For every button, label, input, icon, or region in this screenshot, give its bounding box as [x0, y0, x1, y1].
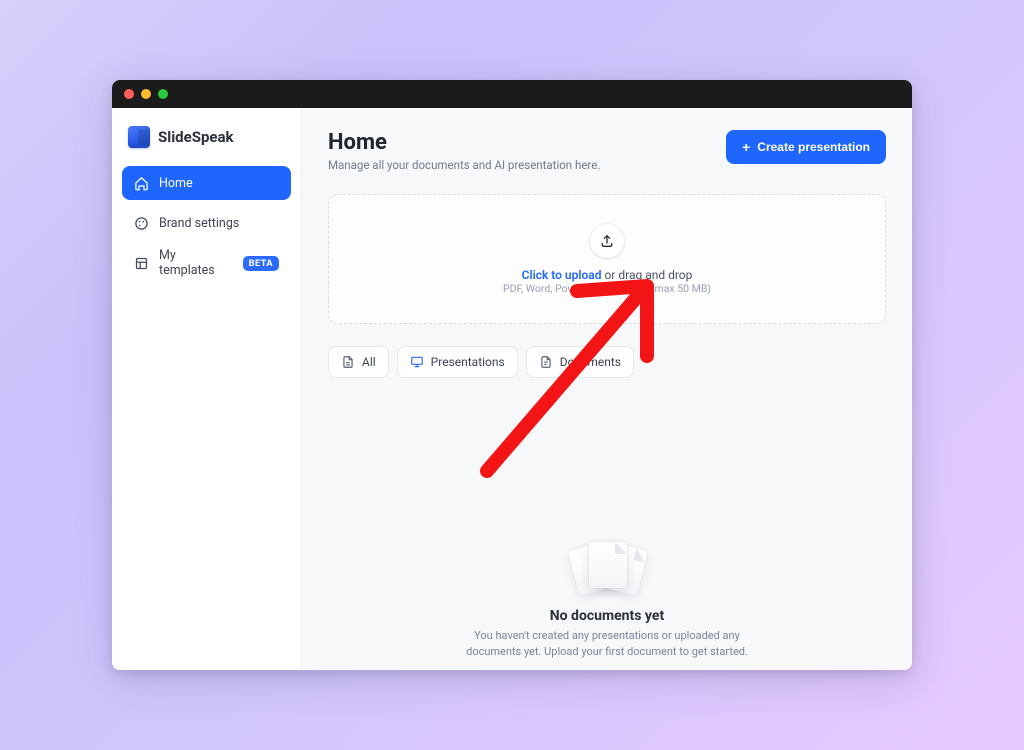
presentation-icon	[410, 355, 424, 369]
sidebar-item-my-templates[interactable]: My templates BETA	[122, 246, 291, 280]
window-close-icon[interactable]	[124, 89, 134, 99]
sidebar-item-brand-settings[interactable]: Brand settings	[122, 206, 291, 240]
sidebar-item-label: My templates	[159, 248, 233, 278]
empty-title: No documents yet	[550, 608, 664, 624]
sidebar-nav: Home Brand settings My templates BETA	[122, 166, 291, 280]
dropzone-rest: or drag and drop	[601, 268, 692, 282]
tab-label: Presentations	[431, 355, 505, 369]
brand-logo-icon	[128, 126, 150, 148]
click-to-upload-link[interactable]: Click to upload	[522, 268, 602, 282]
plus-icon: +	[742, 140, 750, 154]
main-content: Home Manage all your documents and AI pr…	[302, 108, 912, 670]
document-icon	[341, 355, 355, 369]
page-title: Home	[328, 130, 600, 155]
brand-name: SlideSpeak	[158, 128, 234, 146]
beta-badge: BETA	[243, 256, 279, 271]
tab-documents[interactable]: Documents	[526, 346, 634, 378]
sidebar-item-home[interactable]: Home	[122, 166, 291, 200]
dropzone-hint: PDF, Word, PowerPoint or Excel (max 50 M…	[503, 282, 711, 295]
home-icon	[134, 176, 149, 191]
upload-icon	[590, 224, 624, 258]
upload-dropzone[interactable]: Click to upload or drag and drop PDF, Wo…	[328, 194, 886, 324]
empty-description: You haven't created any presentations or…	[457, 628, 757, 660]
tab-label: Documents	[560, 355, 621, 369]
tab-label: All	[362, 355, 376, 369]
tab-all[interactable]: All	[328, 346, 389, 378]
filter-tabs: All Presentations Documents	[328, 346, 886, 378]
empty-state: No documents yet You haven't created any…	[302, 538, 912, 660]
window-maximize-icon[interactable]	[158, 89, 168, 99]
document-icon	[539, 355, 553, 369]
brand[interactable]: SlideSpeak	[122, 122, 291, 166]
create-presentation-button[interactable]: + Create presentation	[726, 130, 886, 164]
tab-presentations[interactable]: Presentations	[397, 346, 518, 378]
dropzone-text: Click to upload or drag and drop PDF, Wo…	[503, 268, 711, 295]
app-body: SlideSpeak Home Brand settings	[112, 108, 912, 670]
sidebar-item-label: Brand settings	[159, 216, 279, 231]
palette-icon	[134, 216, 149, 231]
empty-illustration-icon	[567, 538, 647, 594]
page-subtitle: Manage all your documents and AI present…	[328, 158, 600, 172]
page-header: Home Manage all your documents and AI pr…	[328, 130, 886, 172]
sidebar: SlideSpeak Home Brand settings	[112, 108, 302, 670]
sidebar-item-label: Home	[159, 176, 279, 191]
window-minimize-icon[interactable]	[141, 89, 151, 99]
app-window: SlideSpeak Home Brand settings	[112, 80, 912, 670]
template-icon	[134, 256, 149, 271]
create-button-label: Create presentation	[757, 140, 870, 154]
window-titlebar	[112, 80, 912, 108]
